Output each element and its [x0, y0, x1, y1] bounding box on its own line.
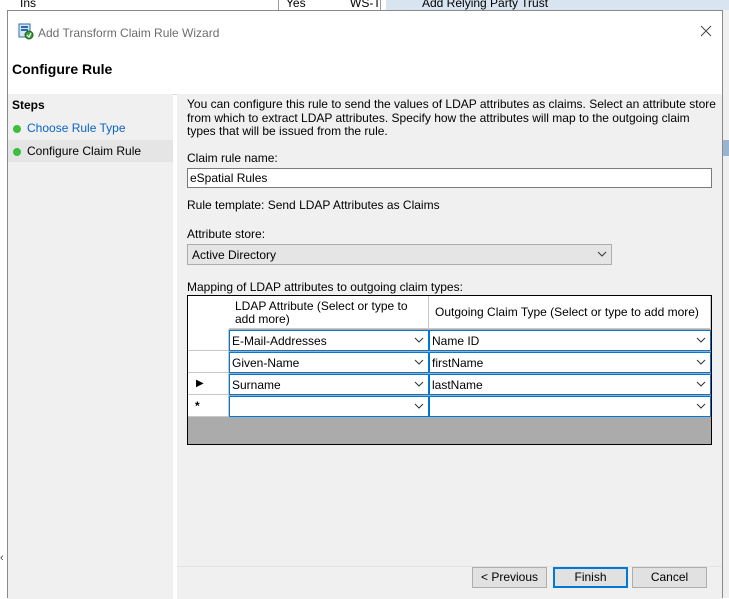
ldap-attribute-cell[interactable]: E-Mail-Addresses: [229, 330, 429, 351]
attribute-store-select[interactable]: Active Directory: [187, 244, 612, 265]
bg-divider: [380, 0, 381, 10]
bg-right-edge: [723, 10, 729, 598]
title-bar: Add Transform Claim Rule Wizard: [8, 11, 722, 51]
close-button[interactable]: [693, 21, 719, 43]
current-row-icon: ▶: [196, 378, 204, 389]
cancel-button[interactable]: Cancel: [632, 567, 707, 588]
column-header-label: LDAP Attribute (Select or type to add mo…: [235, 299, 408, 326]
chevron-down-icon[interactable]: [414, 359, 424, 365]
chevron-down-icon[interactable]: [414, 403, 424, 409]
column-header-label: Outgoing Claim Type (Select or type to a…: [435, 305, 699, 319]
chevron-down-icon[interactable]: [696, 381, 706, 387]
previous-button[interactable]: < Previous: [472, 567, 547, 588]
description-text: You can configure this rule to send the …: [187, 97, 716, 138]
bg-action-label: Add Relying Party Trust: [422, 0, 549, 10]
cell-value: lastName: [432, 378, 483, 392]
step-configure-claim-rule[interactable]: Configure Claim Rule: [8, 140, 173, 162]
row-header[interactable]: [188, 351, 229, 373]
claim-type-cell[interactable]: Name ID: [429, 330, 711, 351]
column-header-ldap-attribute[interactable]: LDAP Attribute (Select or type to add mo…: [229, 296, 429, 329]
ldap-attribute-cell[interactable]: [229, 396, 429, 417]
bg-divider: [278, 0, 279, 10]
scroll-left-icon[interactable]: ‹: [0, 552, 7, 566]
chevron-down-icon[interactable]: [414, 381, 424, 387]
chevron-down-icon[interactable]: [696, 337, 706, 343]
row-header[interactable]: ▶: [188, 373, 229, 395]
mapping-grid: LDAP Attribute (Select or type to add mo…: [187, 295, 712, 445]
attribute-store-value: Active Directory: [192, 248, 277, 262]
step-status-icon: [13, 148, 21, 156]
claim-type-cell[interactable]: firstName: [429, 352, 711, 373]
close-icon: [700, 25, 712, 37]
cell-value: firstName: [432, 356, 484, 370]
finish-button[interactable]: Finish: [553, 567, 628, 588]
new-row-icon: *: [195, 399, 200, 413]
column-header-outgoing-claim-type[interactable]: Outgoing Claim Type (Select or type to a…: [429, 296, 711, 329]
attribute-store-label: Attribute store:: [187, 227, 266, 241]
bg-actions-panel: Add Relying Party Trust: [386, 0, 729, 10]
header-band: [8, 51, 722, 95]
bg-right-accent: [723, 140, 729, 156]
step-choose-rule-type[interactable]: Choose Rule Type: [8, 117, 173, 139]
bg-text-3: WS-T: [350, 0, 381, 10]
claim-rule-name-label: Claim rule name:: [187, 151, 278, 165]
step-label[interactable]: Choose Rule Type: [27, 121, 126, 135]
row-header[interactable]: *: [188, 395, 229, 417]
rule-template-text: Rule template: Send LDAP Attributes as C…: [187, 198, 440, 212]
bg-text-1: Ins: [20, 0, 37, 10]
main-pane: You can configure this rule to send the …: [177, 94, 722, 599]
claim-rule-name-input[interactable]: eSpatial Rules: [187, 168, 712, 188]
cell-value: Name ID: [432, 334, 480, 348]
row-header[interactable]: [188, 329, 229, 351]
steps-heading: Steps: [12, 98, 45, 112]
step-status-icon: [13, 125, 21, 133]
claim-rule-wizard-icon: [17, 23, 34, 40]
chevron-down-icon[interactable]: [696, 403, 706, 409]
grid-corner: [188, 296, 230, 330]
bg-text-2: Yes: [286, 0, 306, 10]
dialog-title: Add Transform Claim Rule Wizard: [38, 26, 220, 40]
cell-value: Surname: [232, 378, 281, 392]
chevron-down-icon: [597, 251, 607, 257]
chevron-down-icon[interactable]: [414, 337, 424, 343]
claim-type-cell[interactable]: lastName: [429, 374, 711, 395]
cell-value: Given-Name: [232, 356, 300, 370]
step-label: Configure Claim Rule: [27, 144, 142, 158]
mapping-label: Mapping of LDAP attributes to outgoing c…: [187, 280, 463, 294]
page-title: Configure Rule: [12, 61, 113, 77]
cell-value: E-Mail-Addresses: [232, 334, 327, 348]
ldap-attribute-cell[interactable]: Surname: [229, 374, 429, 395]
wizard-dialog: Add Transform Claim Rule Wizard Configur…: [7, 10, 723, 599]
claim-type-cell[interactable]: [429, 396, 711, 417]
ldap-attribute-cell[interactable]: Given-Name: [229, 352, 429, 373]
steps-pane: Steps Choose Rule Type Configure Claim R…: [8, 94, 173, 599]
chevron-down-icon[interactable]: [696, 359, 706, 365]
